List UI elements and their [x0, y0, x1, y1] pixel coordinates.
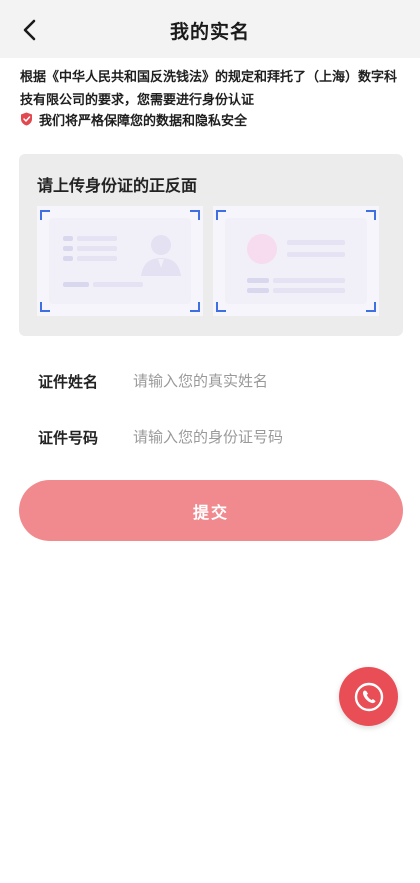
scan-corner: [190, 210, 200, 220]
placeholder-bar: [63, 256, 73, 261]
scan-corner: [366, 210, 376, 220]
privacy-text: 我们将严格保障您的数据和隐私安全: [39, 113, 248, 129]
placeholder-bar: [273, 278, 345, 283]
kyc-notice: 根据《中华人民共和国反洗钱法》的规定和拜托了（上海）数字科技有限公司的要求，您需…: [20, 70, 398, 108]
placeholder-bar: [287, 240, 345, 245]
placeholder-bar: [63, 236, 73, 241]
real-name-page: 我的实名 根据《中华人民共和国反洗钱法》的规定和拜托了（上海）数字科技有限公司的…: [0, 0, 420, 883]
shield-icon: [21, 112, 32, 126]
name-label: 证件姓名: [38, 372, 99, 391]
placeholder-bar: [63, 246, 73, 251]
id-back-upload[interactable]: [213, 206, 379, 316]
placeholder-bar: [77, 256, 117, 261]
avatar-silhouette-icon: [141, 235, 181, 276]
id-number-input[interactable]: [133, 428, 398, 446]
id-number-label: 证件号码: [38, 428, 99, 447]
placeholder-bar: [247, 288, 269, 293]
placeholder-bar: [77, 236, 117, 241]
phone-icon: [354, 682, 383, 711]
id-card-front-icon: [49, 218, 191, 304]
contact-phone-button[interactable]: [339, 667, 398, 726]
scan-corner: [366, 302, 376, 312]
id-front-upload[interactable]: [37, 206, 203, 316]
scan-corner: [40, 302, 50, 312]
page-title: 我的实名: [169, 21, 250, 43]
scan-corner: [190, 302, 200, 312]
scan-corner: [216, 302, 226, 312]
placeholder-bar: [63, 282, 89, 287]
submit-button[interactable]: 提交: [19, 480, 403, 541]
emblem-icon: [247, 234, 277, 264]
privacy-note: 我们将严格保障您的数据和隐私安全: [20, 109, 247, 129]
upload-title: 请上传身份证的正反面: [37, 176, 198, 195]
id-card-back-icon: [225, 218, 367, 304]
id-upload-card: 请上传身份证的正反面: [19, 154, 403, 336]
placeholder-bar: [77, 246, 117, 251]
placeholder-bar: [247, 278, 269, 283]
header: 我的实名: [0, 0, 420, 58]
id-number-field: 证件号码: [38, 422, 398, 452]
placeholder-bar: [93, 282, 143, 287]
scan-corner: [216, 210, 226, 220]
name-input[interactable]: [133, 372, 398, 390]
placeholder-bar: [273, 288, 345, 293]
scan-corner: [40, 210, 50, 220]
placeholder-bar: [287, 252, 345, 257]
name-field: 证件姓名: [38, 366, 398, 396]
